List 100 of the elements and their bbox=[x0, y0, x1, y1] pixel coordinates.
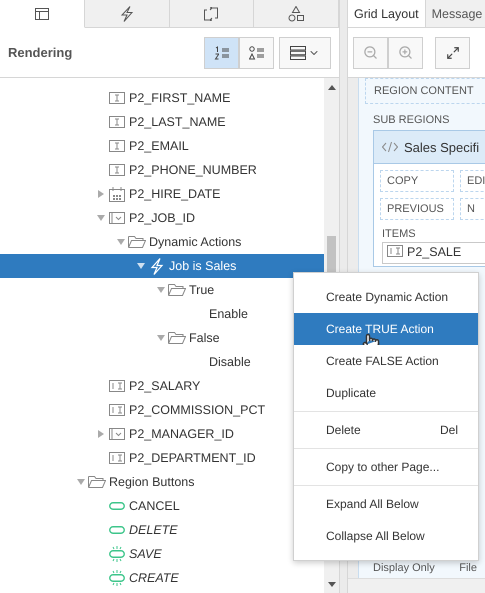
tree-label: P2_LAST_NAME bbox=[129, 115, 226, 129]
select-list-icon bbox=[109, 428, 125, 440]
region-button[interactable]: PREVIOUS bbox=[380, 198, 454, 220]
button-rays-icon bbox=[109, 546, 125, 562]
tree-row[interactable]: CREATE bbox=[0, 566, 324, 590]
zoom-out-icon bbox=[363, 45, 378, 60]
tree-label: Dynamic Actions bbox=[149, 235, 242, 249]
collapse-toggle-icon[interactable] bbox=[137, 262, 145, 270]
text-field-icon bbox=[109, 116, 125, 128]
menu-item[interactable]: Delete Del bbox=[294, 414, 478, 446]
text-field-icon bbox=[109, 164, 125, 176]
collapse-toggle-icon[interactable] bbox=[157, 334, 165, 342]
tree-row[interactable]: P2_EMAIL bbox=[0, 134, 324, 158]
tree-label: Disable bbox=[209, 355, 251, 369]
shape-list-icon bbox=[248, 46, 264, 60]
menu-item[interactable]: Create Dynamic Action bbox=[294, 281, 478, 313]
zoom-out-button[interactable] bbox=[353, 36, 388, 68]
menu-item[interactable]: Create FALSE Action bbox=[294, 345, 478, 377]
layout-icon bbox=[34, 8, 49, 20]
menu-item-label: Copy to other Page... bbox=[326, 460, 440, 474]
button-rays-icon bbox=[109, 570, 125, 586]
tree-label: False bbox=[189, 331, 220, 345]
tree-label: True bbox=[189, 283, 214, 297]
tree-label: CREATE bbox=[129, 571, 179, 585]
region-title: Sales Specifi bbox=[404, 140, 480, 154]
menu-item[interactable]: Expand All Below bbox=[294, 488, 478, 520]
expand-toggle-icon[interactable] bbox=[97, 190, 105, 198]
number-field-icon bbox=[387, 245, 403, 257]
menu-item-label: Duplicate bbox=[326, 386, 376, 400]
collapse-toggle-icon[interactable] bbox=[157, 286, 165, 294]
tree-row[interactable]: P2_FIRST_NAME bbox=[0, 86, 324, 110]
tree-label: P2_FIRST_NAME bbox=[129, 91, 230, 105]
number-field-icon bbox=[109, 404, 125, 416]
menu-item-label: Delete bbox=[326, 423, 361, 437]
view-toggle-button[interactable] bbox=[239, 36, 274, 68]
menu-item[interactable]: Copy to other Page... bbox=[294, 451, 478, 483]
loop-arrows-icon bbox=[203, 6, 220, 20]
grid-text: File bbox=[459, 562, 477, 574]
menu-item-label: Create FALSE Action bbox=[326, 354, 439, 368]
tree-row[interactable]: Job is Sales bbox=[0, 254, 324, 278]
calendar-icon bbox=[109, 186, 125, 202]
tree-label: P2_MANAGER_ID bbox=[129, 427, 234, 441]
tree-label: P2_SALARY bbox=[129, 379, 200, 393]
view-toggle-button[interactable] bbox=[204, 36, 239, 68]
folder-icon bbox=[168, 283, 186, 297]
horizontal-scrollbar[interactable] bbox=[348, 578, 485, 593]
region-content-area: REGION CONTENT bbox=[365, 78, 485, 104]
tree-label: P2_HIRE_DATE bbox=[129, 187, 220, 201]
section-label: SUB REGIONS bbox=[372, 113, 450, 128]
tree-row[interactable]: Dynamic Actions bbox=[0, 230, 324, 254]
number-field-icon bbox=[109, 452, 125, 464]
number-field-icon bbox=[109, 380, 125, 392]
select-list-icon bbox=[109, 212, 125, 224]
tree-label: P2_COMMISSION_PCT bbox=[129, 403, 266, 417]
tree-label: Region Buttons bbox=[109, 475, 194, 489]
tree-row[interactable]: P2_LAST_NAME bbox=[0, 110, 324, 134]
editor-tab[interactable]: Message bbox=[426, 0, 485, 27]
zoom-in-icon bbox=[398, 45, 413, 60]
numbered-list-icon bbox=[214, 46, 230, 60]
tree-row[interactable]: P2_HIRE_DATE bbox=[0, 182, 324, 206]
tree-row[interactable]: P2_JOB_ID bbox=[0, 206, 324, 230]
region-button[interactable]: N bbox=[460, 198, 485, 220]
tree-label: SAVE bbox=[129, 547, 162, 561]
shortcut-label: Del bbox=[440, 423, 458, 437]
tree-label: CANCEL bbox=[129, 499, 180, 513]
collapse-toggle-icon[interactable] bbox=[97, 214, 105, 222]
expand-button[interactable] bbox=[435, 36, 470, 68]
grid-text: Display Only bbox=[373, 562, 435, 574]
zoom-in-button[interactable] bbox=[388, 36, 423, 68]
folder-icon bbox=[88, 475, 106, 489]
panel-tab[interactable] bbox=[254, 0, 339, 28]
expand-toggle-icon[interactable] bbox=[97, 430, 105, 438]
panel-title: Rendering bbox=[8, 45, 74, 60]
tree-label: P2_JOB_ID bbox=[129, 211, 196, 225]
text-field-icon bbox=[109, 140, 125, 152]
folder-icon bbox=[128, 235, 146, 249]
menu-item-label: Collapse All Below bbox=[326, 529, 425, 543]
menu-item[interactable]: Collapse All Below bbox=[294, 520, 478, 552]
collapse-toggle-icon[interactable] bbox=[117, 238, 125, 246]
menu-icon bbox=[290, 46, 306, 60]
menu-item[interactable]: Create TRUE Action bbox=[294, 313, 478, 345]
lightning-icon bbox=[120, 6, 134, 22]
collapse-toggle-icon[interactable] bbox=[77, 478, 85, 486]
tree-label: P2_PHONE_NUMBER bbox=[129, 163, 257, 177]
menu-button[interactable] bbox=[279, 36, 331, 68]
menu-item-label: Create Dynamic Action bbox=[326, 290, 448, 304]
tree-label: Enable bbox=[209, 307, 248, 321]
tree-row[interactable]: P2_PHONE_NUMBER bbox=[0, 158, 324, 182]
region-button[interactable]: EDI bbox=[460, 170, 485, 192]
editor-tab[interactable]: Grid Layout bbox=[348, 0, 426, 27]
menu-item[interactable]: Duplicate bbox=[294, 377, 478, 409]
code-icon bbox=[382, 141, 398, 153]
region-button[interactable]: COPY bbox=[380, 170, 454, 192]
tree-label: P2_EMAIL bbox=[129, 139, 189, 153]
menu-item-label: Create TRUE Action bbox=[326, 322, 434, 336]
expand-icon bbox=[446, 46, 460, 60]
section-label: ITEMS bbox=[381, 227, 417, 242]
item-label: P2_SALE bbox=[407, 245, 462, 259]
button-icon bbox=[109, 526, 125, 534]
tree-label: P2_DEPARTMENT_ID bbox=[129, 451, 256, 465]
